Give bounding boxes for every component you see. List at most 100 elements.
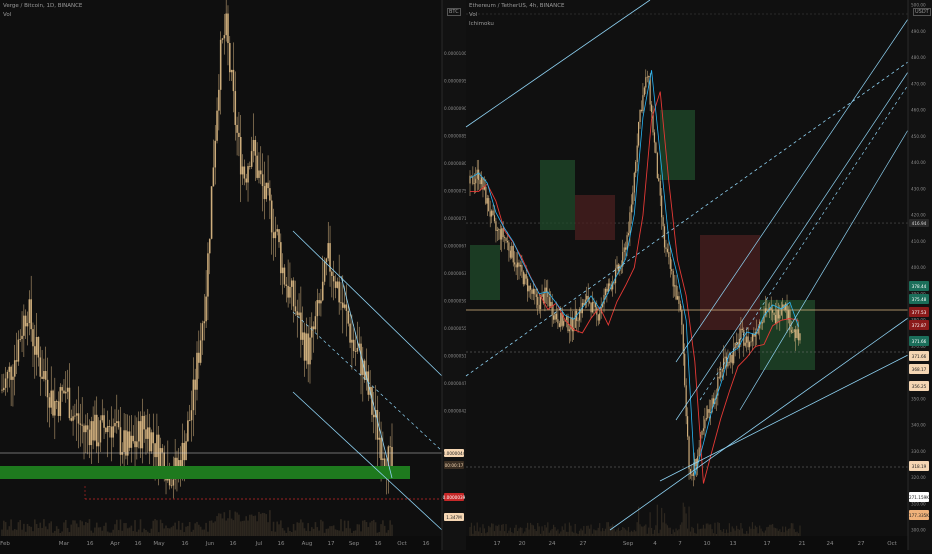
volume-bar [362, 520, 364, 536]
candle-body [636, 145, 638, 162]
volume-bar [717, 522, 719, 536]
candle-body [707, 409, 709, 418]
volume-bar [363, 520, 366, 536]
volume-bar [214, 521, 217, 536]
volume-bar [105, 522, 107, 536]
chart-canvas[interactable]: Feb Mar 16 Apr 16 May 16 Jun 16 Jul 16 Aug 17 Sep 16 Oc… [0, 0, 932, 550]
volume-bar [551, 528, 553, 536]
volume-bar [770, 524, 772, 536]
volume-bar [590, 524, 592, 536]
candle-body [662, 217, 664, 227]
volume-bar [642, 526, 644, 536]
volume-bar [176, 529, 178, 536]
candle-body [518, 262, 520, 267]
scale-tick-label: 300.00 [911, 528, 926, 533]
candle-body [493, 215, 496, 222]
candle-body [105, 427, 107, 433]
volume-bar [734, 530, 736, 536]
candle-body [480, 177, 483, 185]
volume-bar [776, 528, 778, 536]
candle-body [50, 390, 53, 408]
candle-body [777, 309, 779, 319]
price-tag-text: 00:00:17 [445, 463, 464, 468]
volume-bar [606, 522, 608, 536]
left-chart-panel[interactable]: Feb Mar 16 Apr 16 May 16 Jun 16 Jul 16 Aug 17 Sep 16 Oc… [0, 0, 443, 550]
volume-bar [63, 522, 65, 536]
candle-body [123, 430, 125, 453]
candle-body [301, 332, 304, 340]
candle-body [744, 342, 746, 346]
candle-body [10, 366, 12, 380]
volume-bar [311, 527, 313, 536]
candle-body [152, 432, 155, 444]
candle-body [1, 389, 3, 391]
right-currency-tag[interactable]: USDT [913, 8, 931, 16]
candle-body [214, 140, 217, 168]
volume-bar [70, 524, 73, 536]
candle-body [285, 284, 288, 286]
price-tag: 318.19 [909, 461, 929, 471]
candle-body [112, 426, 114, 438]
candle-body [154, 443, 156, 458]
candle-body [730, 354, 732, 363]
x-tick-label: 16 [87, 541, 94, 547]
candle-body [475, 178, 477, 184]
candle-body [298, 312, 300, 316]
x-tick-label: Sep [349, 541, 360, 547]
candle-body [323, 262, 326, 282]
candle-body [653, 132, 656, 143]
volume-bar [554, 527, 556, 536]
volume-bar [327, 528, 330, 536]
volume-bar [179, 529, 182, 536]
candle-body [292, 280, 295, 307]
price-tag-text: 377.53 [912, 310, 927, 315]
volume-bar [597, 527, 599, 536]
x-tick-label: 16 [182, 541, 189, 547]
volume-bar [259, 513, 262, 536]
candle-body [8, 366, 11, 372]
candle-body [312, 326, 315, 330]
candle-body [472, 176, 474, 184]
marked-level-tag: 416.94 [909, 219, 929, 228]
price-tag-text: 0.0000039 [443, 495, 466, 500]
candle-body [303, 332, 306, 361]
candle-body [702, 428, 705, 431]
candle-body [633, 172, 635, 193]
volume-bar [24, 531, 27, 536]
candle-body [708, 409, 710, 413]
candle-body [199, 340, 202, 363]
right-time-axis [466, 536, 908, 550]
volume-bar [600, 531, 602, 536]
volume-bar [594, 530, 596, 536]
candle-body [19, 338, 22, 340]
volume-bar [218, 513, 220, 536]
volume-bar [753, 529, 755, 536]
right-chart-panel[interactable]: 17 20 24 27 Sep 4 7 10 13 17 21 24 27 Oct [465, 0, 909, 550]
candle-body [225, 13, 227, 36]
x-tick-label: Mar [59, 541, 70, 547]
candle-body [640, 109, 643, 112]
candle-body [488, 198, 490, 212]
candle-body [139, 421, 142, 449]
volume-bar [117, 530, 120, 536]
volume-bar [223, 512, 226, 536]
x-tick-label: 20 [519, 541, 526, 547]
volume-bar [198, 524, 200, 536]
volume-bar [55, 526, 58, 536]
candle-body [336, 281, 339, 288]
volume-bar [476, 522, 478, 536]
volume-bar [72, 520, 74, 536]
volume-bar [603, 531, 605, 536]
candle-body [676, 296, 679, 300]
volume-bar [763, 532, 765, 536]
volume-bar [691, 526, 693, 536]
volume-bar [601, 528, 604, 536]
volume-bar [6, 529, 9, 536]
volume-bar [101, 530, 104, 536]
volume-bar [316, 527, 319, 536]
candle-body [110, 426, 113, 438]
volume-bar [571, 531, 573, 536]
left-currency-tag[interactable]: BTC [447, 8, 461, 16]
candle-body [535, 294, 537, 297]
scale-tick-label: 490.00 [911, 29, 926, 34]
